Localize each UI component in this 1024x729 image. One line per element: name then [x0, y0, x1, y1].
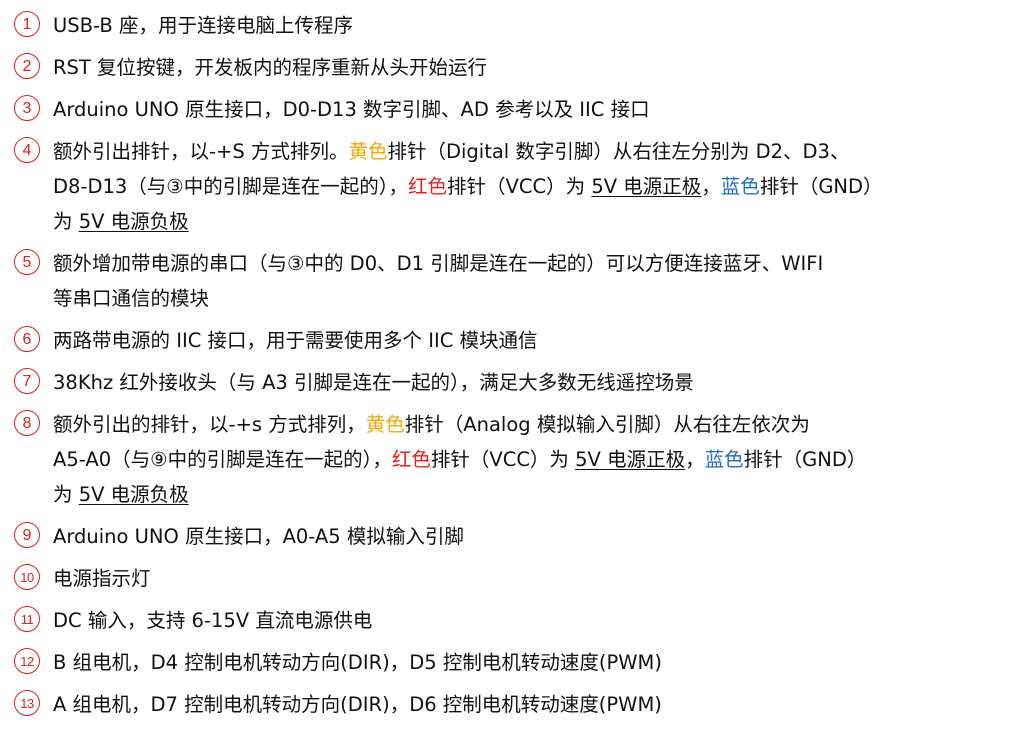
list-item: 2 RST 复位按键，开发板内的程序重新从头开始运行 — [14, 50, 1014, 85]
item-number: 8 — [14, 410, 40, 436]
text-segment: DC 输入，支持 6-15V 直流电源供电 — [53, 609, 373, 632]
text-segment: 排针（Digital 数字引脚）从右往左分别为 D2、D3、 — [387, 140, 850, 163]
text-segment: A 组电机，D7 控制电机转动方向(DIR)，D6 控制电机转动速度(PWM) — [53, 693, 662, 716]
item-number: 1 — [14, 11, 40, 37]
text-segment: 排针（GND） — [759, 175, 883, 198]
item-number: 6 — [14, 326, 40, 352]
positive-terminal-note: 5V 电源正极 — [591, 175, 702, 198]
list-item: 12 B 组电机，D4 控制电机转动方向(DIR)，D5 控制电机转动速度(PW… — [14, 645, 1014, 680]
item-number: 7 — [14, 368, 40, 394]
item-text: USB-B 座，用于连接电脑上传程序 — [53, 8, 1014, 43]
text-segment: ， — [685, 448, 705, 471]
item-text: Arduino UNO 原生接口，A0-A5 模拟输入引脚 — [53, 519, 1014, 554]
list-item: 7 38Khz 红外接收头（与 A3 引脚是连在一起的），满足大多数无线遥控场景 — [14, 365, 1014, 400]
text-segment: 排针（VCC）为 — [447, 175, 592, 198]
item-text: 额外引出排针，以-+S 方式排列。黄色排针（Digital 数字引脚）从右往左分… — [53, 134, 1014, 239]
negative-terminal-note: 5V 电源负极 — [78, 210, 189, 233]
blue-label: 蓝色 — [704, 448, 744, 471]
item-text: Arduino UNO 原生接口，D0-D13 数字引脚、AD 参考以及 IIC… — [53, 92, 1014, 127]
text-segment: 38Khz 红外接收头（与 A3 引脚是连在一起的），满足大多数无线遥控场景 — [53, 371, 694, 394]
list-item: 11 DC 输入，支持 6-15V 直流电源供电 — [14, 603, 1014, 638]
list-item: 3 Arduino UNO 原生接口，D0-D13 数字引脚、AD 参考以及 I… — [14, 92, 1014, 127]
list-item: 8 额外引出的排针，以-+s 方式排列，黄色排针（Analog 模拟输入引脚）从… — [14, 407, 1014, 512]
item-text: A 组电机，D7 控制电机转动方向(DIR)，D6 控制电机转动速度(PWM) — [53, 687, 1014, 722]
list-item: 6 两路带电源的 IIC 接口，用于需要使用多个 IIC 模块通信 — [14, 323, 1014, 358]
text-segment: 等串口通信的模块 — [53, 287, 210, 310]
list-item: 9 Arduino UNO 原生接口，A0-A5 模拟输入引脚 — [14, 519, 1014, 554]
text-segment: Arduino UNO 原生接口，A0-A5 模拟输入引脚 — [53, 525, 464, 548]
item-number: 5 — [14, 249, 40, 275]
feature-list: 1 USB-B 座，用于连接电脑上传程序 2 RST 复位按键，开发板内的程序重… — [14, 8, 1014, 729]
item-text: B 组电机，D4 控制电机转动方向(DIR)，D5 控制电机转动速度(PWM) — [53, 645, 1014, 680]
item-text: DC 输入，支持 6-15V 直流电源供电 — [53, 603, 1014, 638]
list-item: 13 A 组电机，D7 控制电机转动方向(DIR)，D6 控制电机转动速度(PW… — [14, 687, 1014, 722]
list-item: 4 额外引出排针，以-+S 方式排列。黄色排针（Digital 数字引脚）从右往… — [14, 134, 1014, 239]
text-segment: 两路带电源的 IIC 接口，用于需要使用多个 IIC 模块通信 — [53, 329, 538, 352]
text-segment: ， — [701, 175, 721, 198]
list-item: 10 电源指示灯 — [14, 561, 1014, 596]
item-text: RST 复位按键，开发板内的程序重新从头开始运行 — [53, 50, 1014, 85]
list-item: 1 USB-B 座，用于连接电脑上传程序 — [14, 8, 1014, 43]
text-segment: 为 — [53, 210, 79, 233]
item-number: 12 — [14, 648, 40, 674]
list-item: 5 额外增加带电源的串口（与③中的 D0、D1 引脚是连在一起的）可以方便连接蓝… — [14, 246, 1014, 316]
text-segment: 额外引出的排针，以-+s 方式排列， — [53, 413, 366, 436]
item-number: 13 — [14, 690, 40, 716]
text-segment: 排针（GND） — [743, 448, 867, 471]
text-segment: 排针（Analog 模拟输入引脚）从右往左依次为 — [404, 413, 810, 436]
item-number: 3 — [14, 95, 40, 121]
item-number: 4 — [14, 137, 40, 163]
item-text: 额外引出的排针，以-+s 方式排列，黄色排针（Analog 模拟输入引脚）从右往… — [53, 407, 1014, 512]
text-segment: B 组电机，D4 控制电机转动方向(DIR)，D5 控制电机转动速度(PWM) — [53, 651, 662, 674]
item-text: 38Khz 红外接收头（与 A3 引脚是连在一起的），满足大多数无线遥控场景 — [53, 365, 1014, 400]
text-segment: USB-B 座，用于连接电脑上传程序 — [53, 14, 353, 37]
red-label: 红色 — [408, 175, 448, 198]
text-segment: 额外引出排针，以-+S 方式排列。 — [53, 140, 349, 163]
item-text: 额外增加带电源的串口（与③中的 D0、D1 引脚是连在一起的）可以方便连接蓝牙、… — [53, 246, 1014, 316]
text-segment: A5-A0（与⑨中的引脚是连在一起的）， — [53, 448, 392, 471]
item-number: 10 — [14, 564, 40, 590]
text-segment: RST 复位按键，开发板内的程序重新从头开始运行 — [53, 56, 488, 79]
positive-terminal-note: 5V 电源正极 — [575, 448, 686, 471]
text-segment: D8-D13（与③中的引脚是连在一起的）， — [53, 175, 409, 198]
item-number: 2 — [14, 53, 40, 79]
text-segment: 排针（VCC）为 — [430, 448, 576, 471]
negative-terminal-note: 5V 电源负极 — [78, 483, 189, 506]
yellow-label: 黄色 — [365, 413, 405, 436]
text-segment: 额外增加带电源的串口（与③中的 D0、D1 引脚是连在一起的）可以方便连接蓝牙、… — [53, 252, 824, 275]
text-segment: 电源指示灯 — [53, 567, 151, 590]
item-number: 9 — [14, 522, 40, 548]
blue-label: 蓝色 — [720, 175, 760, 198]
item-number: 11 — [14, 606, 40, 632]
text-segment: 为 — [53, 483, 79, 506]
red-label: 红色 — [391, 448, 431, 471]
item-text: 电源指示灯 — [53, 561, 1014, 596]
yellow-label: 黄色 — [348, 140, 388, 163]
text-segment: Arduino UNO 原生接口，D0-D13 数字引脚、AD 参考以及 IIC… — [53, 98, 650, 121]
item-text: 两路带电源的 IIC 接口，用于需要使用多个 IIC 模块通信 — [53, 323, 1014, 358]
